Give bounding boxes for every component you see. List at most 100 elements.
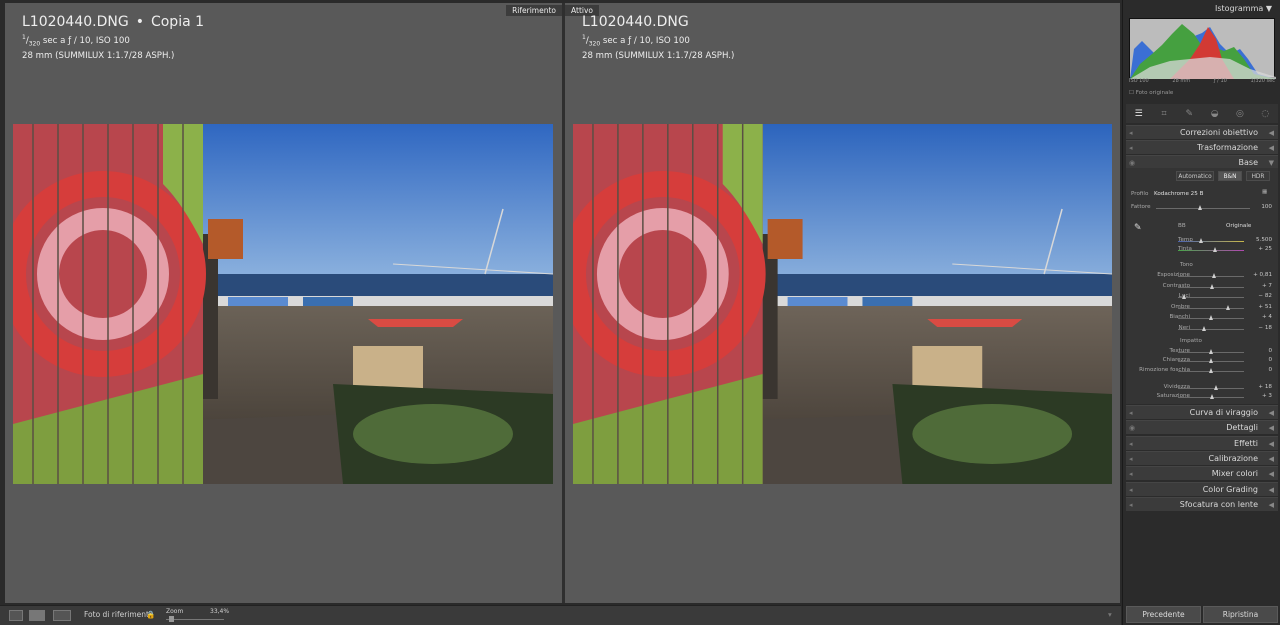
section-label: Curva di viraggio xyxy=(1189,408,1258,417)
slider-track[interactable] xyxy=(1178,307,1244,309)
section-label: Color Grading xyxy=(1202,484,1258,494)
exposure-num: 1 xyxy=(22,34,26,41)
slider-knob[interactable] xyxy=(1209,394,1214,400)
temp-slider-knob[interactable] xyxy=(1199,238,1203,243)
active-photo[interactable] xyxy=(573,124,1112,484)
profile-select[interactable]: Kodachrome 25 B xyxy=(1154,191,1203,197)
reference-filename: L1020440.DNG xyxy=(22,14,129,30)
masking-icon[interactable]: ◒ xyxy=(1210,109,1220,119)
reference-photo[interactable] xyxy=(13,124,553,484)
toolbar-menu-icon[interactable]: ▾ xyxy=(1108,609,1112,621)
tint-slider[interactable] xyxy=(1178,250,1244,251)
profile-browser-icon[interactable]: ▦ xyxy=(1262,189,1267,195)
expand-arrow-icon: ◀ xyxy=(1268,144,1274,152)
amount-slider-knob[interactable] xyxy=(1198,205,1202,210)
aperture-value: ƒ / 10 xyxy=(1213,78,1227,84)
zoom-slider-track[interactable] xyxy=(166,619,224,620)
beach-photo-illustration xyxy=(13,124,553,484)
section-6[interactable]: ◂ Sfocatura con lente ◀ xyxy=(1126,496,1278,511)
slider-value[interactable]: + 7 xyxy=(1244,283,1272,289)
reference-pane[interactable]: Riferimento L1020440.DNG • Copia 1 1/320 s… xyxy=(5,3,562,603)
section-toggle-icon[interactable]: ◂ xyxy=(1129,499,1133,511)
tint-slider-knob[interactable] xyxy=(1213,247,1217,252)
slider-knob[interactable] xyxy=(1209,367,1213,373)
section-correzioni-obiettivo[interactable]: ◂ Correzioni obiettivo ◀ xyxy=(1126,125,1278,139)
reference-info: L1020440.DNG • Copia 1 1/320 sec a ƒ / 10,… xyxy=(22,14,204,62)
lock-icon[interactable]: 🔒 xyxy=(146,609,155,621)
amount-slider[interactable] xyxy=(1156,208,1250,209)
slider-label: Esposizione xyxy=(1157,272,1190,278)
slider-knob[interactable] xyxy=(1202,325,1207,331)
eyedropper-icon[interactable]: ✎ xyxy=(1134,223,1142,233)
section-0[interactable]: ◂ Curva di viraggio ◀ xyxy=(1126,405,1278,419)
slider-knob[interactable] xyxy=(1209,358,1213,364)
slider-value[interactable]: + 3 xyxy=(1244,393,1272,399)
exposure-rest: sec a ƒ / 10, ISO 100 xyxy=(602,35,690,46)
temp-slider[interactable] xyxy=(1178,241,1244,242)
section-3[interactable]: ◂ Calibrazione ◀ xyxy=(1126,450,1278,465)
auto-button[interactable]: Automatico xyxy=(1176,171,1214,181)
section-4[interactable]: ◂ Mixer colori ◀ xyxy=(1126,466,1278,481)
eye-icon[interactable]: ◉ xyxy=(1129,422,1135,434)
slider-knob[interactable] xyxy=(1211,273,1216,278)
slider-value[interactable]: 0 xyxy=(1244,348,1272,354)
crop-icon[interactable]: ⌗ xyxy=(1159,109,1169,119)
slider-knob[interactable] xyxy=(1226,304,1231,310)
section-toggle-icon[interactable]: ◂ xyxy=(1129,127,1133,139)
slider-knob[interactable] xyxy=(1209,349,1213,354)
red-eye-icon[interactable]: ◎ xyxy=(1235,109,1245,119)
slider-value[interactable]: + 51 xyxy=(1244,304,1272,310)
tint-value[interactable]: + 25 xyxy=(1244,246,1272,252)
edit-sliders-icon[interactable]: ☰ xyxy=(1134,109,1144,119)
slider-value[interactable]: + 0,81 xyxy=(1244,272,1272,278)
section-base[interactable]: ◉ Base ▼ xyxy=(1126,155,1278,169)
hdr-button[interactable]: HDR xyxy=(1246,171,1270,181)
section-toggle-icon[interactable]: ◂ xyxy=(1129,142,1133,154)
title-separator: • xyxy=(135,14,144,30)
slider-label: Vividezza xyxy=(1163,383,1190,390)
slider-value[interactable]: − 82 xyxy=(1244,293,1272,299)
slider-value[interactable]: 0 xyxy=(1244,357,1272,363)
slider-knob[interactable] xyxy=(1181,294,1186,299)
section-trasformazione[interactable]: ◂ Trasformazione ◀ xyxy=(1126,140,1278,154)
compare-view-icon[interactable] xyxy=(29,610,45,621)
section-2[interactable]: ◂ Effetti ◀ xyxy=(1126,435,1278,450)
section-toggle-icon[interactable]: ◂ xyxy=(1129,468,1133,480)
wb-select[interactable]: Originale xyxy=(1226,223,1251,229)
histogram-graph[interactable] xyxy=(1129,18,1276,79)
slider-value[interactable]: + 4 xyxy=(1244,314,1272,320)
slider-track[interactable] xyxy=(1178,387,1244,389)
temp-value[interactable]: 5.500 xyxy=(1244,237,1272,243)
previous-button[interactable]: Precedente xyxy=(1126,606,1201,623)
bw-button[interactable]: B&N xyxy=(1218,171,1242,181)
healing-icon[interactable]: ✎ xyxy=(1184,109,1194,119)
slider-knob[interactable] xyxy=(1209,283,1214,289)
reference-tag: Riferimento xyxy=(506,5,562,16)
exposure-rest: sec a ƒ / 10, ISO 100 xyxy=(42,35,130,46)
loupe-view-icon[interactable] xyxy=(9,610,23,621)
section-1[interactable]: ◉ Dettagli ◀ xyxy=(1126,420,1278,435)
amount-value[interactable]: 100 xyxy=(1244,204,1272,210)
before-after-icon[interactable] xyxy=(53,610,71,621)
slider-value[interactable]: − 18 xyxy=(1244,325,1272,331)
section-toggle-icon[interactable]: ◂ xyxy=(1129,407,1133,419)
slider-track[interactable] xyxy=(1178,297,1244,298)
original-photo-checkbox[interactable]: ☐ Foto originale xyxy=(1129,90,1173,96)
slider-knob[interactable] xyxy=(1214,384,1219,390)
reference-exposure: 1/320 sec a ƒ / 10, ISO 100 xyxy=(22,34,130,48)
section-5[interactable]: ◂ Color Grading ◀ xyxy=(1126,481,1278,496)
slider-track[interactable] xyxy=(1178,328,1244,330)
section-toggle-icon[interactable]: ◂ xyxy=(1129,453,1133,465)
section-toggle-icon[interactable]: ◂ xyxy=(1129,484,1133,496)
slider-value[interactable]: + 18 xyxy=(1244,384,1272,390)
section-toggle-icon[interactable]: ◂ xyxy=(1129,438,1133,450)
histogram-header[interactable]: Istogramma ▼ xyxy=(1215,4,1272,13)
slider-value[interactable]: 0 xyxy=(1244,367,1272,373)
reset-button[interactable]: Ripristina xyxy=(1203,606,1278,623)
active-pane[interactable]: Attivo L1020440.DNG 1/320 sec a ƒ / 10, … xyxy=(565,3,1120,603)
section-label: Dettagli xyxy=(1226,423,1258,433)
slider-label: Bianchi xyxy=(1169,314,1190,320)
presets-icon[interactable]: ◌ xyxy=(1260,109,1270,119)
zoom-slider-knob[interactable] xyxy=(169,616,174,622)
slider-knob[interactable] xyxy=(1209,315,1213,320)
